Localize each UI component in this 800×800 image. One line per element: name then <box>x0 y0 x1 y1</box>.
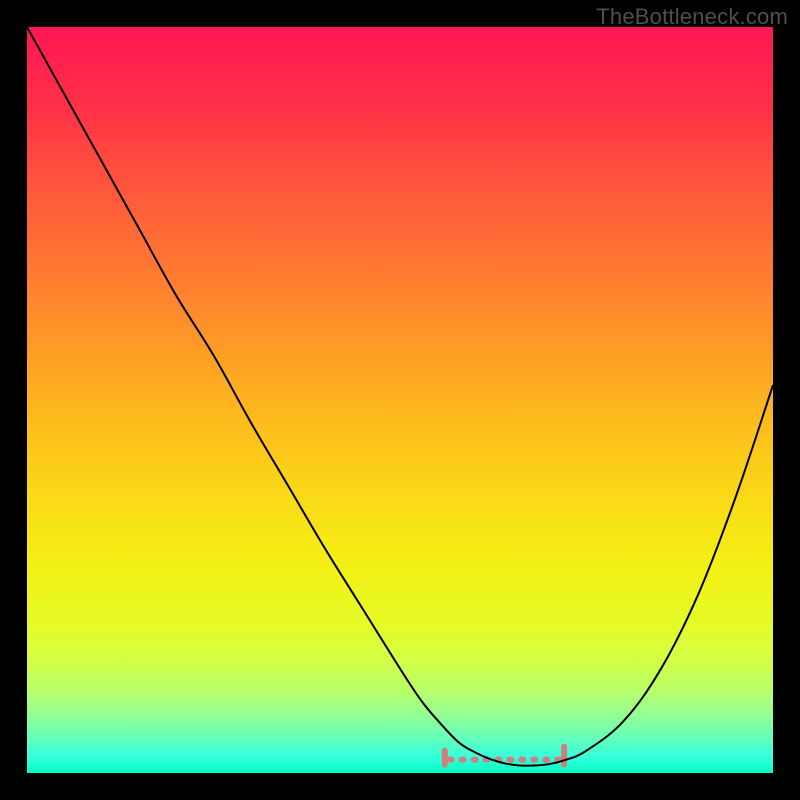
gradient-background <box>27 27 773 773</box>
watermark-text: TheBottleneck.com <box>596 4 788 30</box>
chart-container: TheBottleneck.com <box>0 0 800 800</box>
bottleneck-plot <box>27 27 773 773</box>
